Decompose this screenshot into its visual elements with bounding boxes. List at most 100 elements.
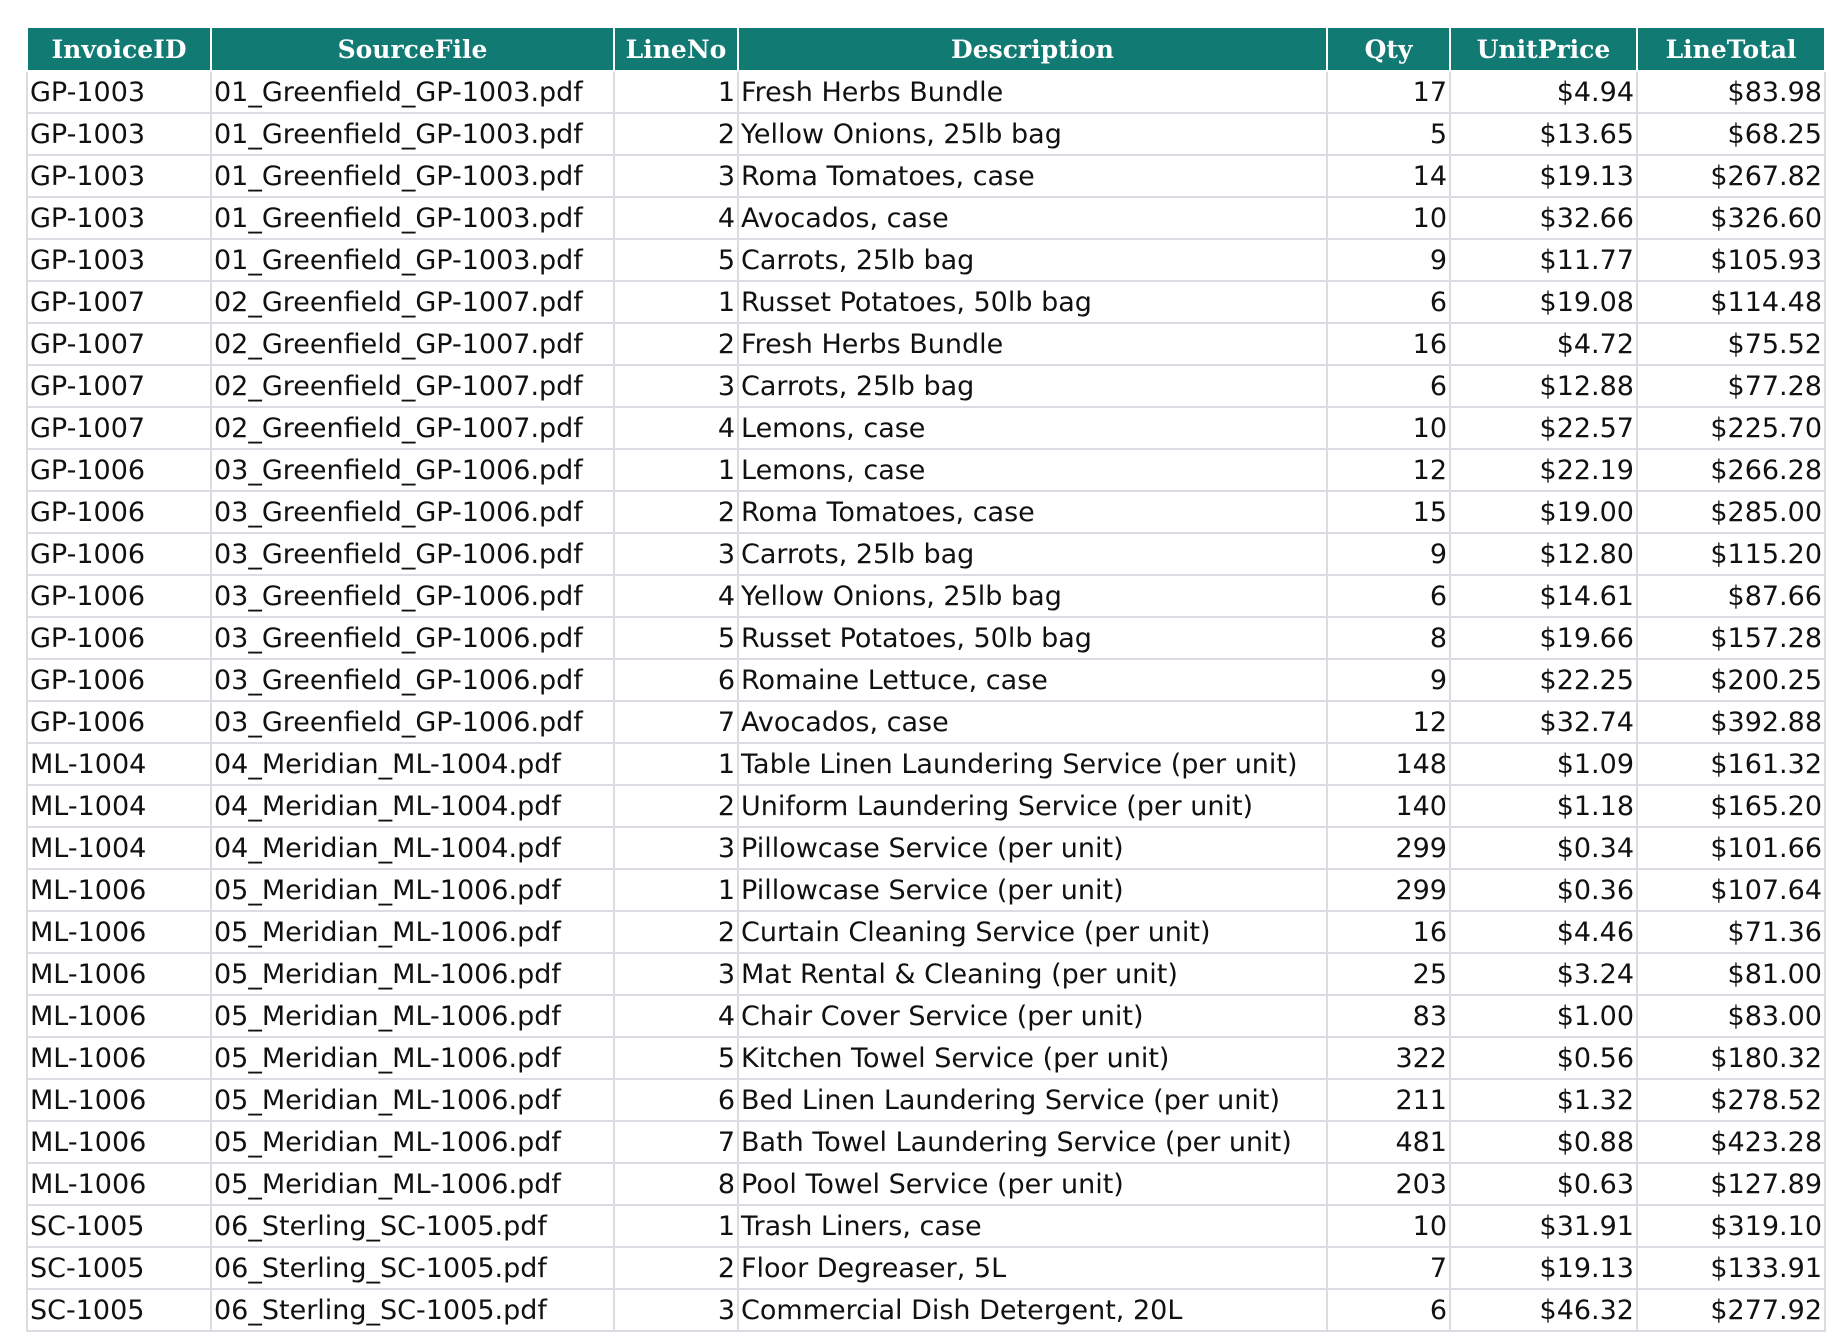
line-no-cell[interactable]: 3: [613, 1288, 739, 1332]
column-header-linetotal[interactable]: LineTotal: [1636, 26, 1826, 72]
invoice-id-cell[interactable]: GP-1006: [26, 700, 212, 744]
description-cell[interactable]: Uniform Laundering Service (per unit): [737, 784, 1328, 828]
source-file-cell[interactable]: 03_Greenfield_GP-1006.pdf: [210, 700, 615, 744]
qty-cell[interactable]: 15: [1326, 490, 1451, 534]
line-total-cell[interactable]: $105.93: [1636, 238, 1826, 282]
qty-cell[interactable]: 6: [1326, 364, 1451, 408]
source-file-cell[interactable]: 05_Meridian_ML-1006.pdf: [210, 952, 615, 996]
qty-cell[interactable]: 7: [1326, 1246, 1451, 1290]
qty-cell[interactable]: 6: [1326, 1288, 1451, 1332]
unit-price-cell[interactable]: $0.34: [1449, 826, 1638, 870]
description-cell[interactable]: Yellow Onions, 25lb bag: [737, 112, 1328, 156]
source-file-cell[interactable]: 03_Greenfield_GP-1006.pdf: [210, 616, 615, 660]
qty-cell[interactable]: 10: [1326, 196, 1451, 240]
unit-price-cell[interactable]: $22.19: [1449, 448, 1638, 492]
qty-cell[interactable]: 83: [1326, 994, 1451, 1038]
unit-price-cell[interactable]: $0.63: [1449, 1162, 1638, 1206]
qty-cell[interactable]: 481: [1326, 1120, 1451, 1164]
line-no-cell[interactable]: 1: [613, 1204, 739, 1248]
unit-price-cell[interactable]: $22.25: [1449, 658, 1638, 702]
source-file-cell[interactable]: 01_Greenfield_GP-1003.pdf: [210, 238, 615, 282]
line-total-cell[interactable]: $77.28: [1636, 364, 1826, 408]
line-no-cell[interactable]: 3: [613, 532, 739, 576]
unit-price-cell[interactable]: $19.13: [1449, 1246, 1638, 1290]
description-cell[interactable]: Pool Towel Service (per unit): [737, 1162, 1328, 1206]
source-file-cell[interactable]: 03_Greenfield_GP-1006.pdf: [210, 658, 615, 702]
invoice-id-cell[interactable]: GP-1007: [26, 364, 212, 408]
qty-cell[interactable]: 25: [1326, 952, 1451, 996]
line-no-cell[interactable]: 2: [613, 910, 739, 954]
qty-cell[interactable]: 322: [1326, 1036, 1451, 1080]
description-cell[interactable]: Pillowcase Service (per unit): [737, 868, 1328, 912]
description-cell[interactable]: Yellow Onions, 25lb bag: [737, 574, 1328, 618]
description-cell[interactable]: Trash Liners, case: [737, 1204, 1328, 1248]
column-header-description[interactable]: Description: [737, 26, 1328, 72]
qty-cell[interactable]: 6: [1326, 280, 1451, 324]
line-no-cell[interactable]: 3: [613, 826, 739, 870]
description-cell[interactable]: Kitchen Towel Service (per unit): [737, 1036, 1328, 1080]
qty-cell[interactable]: 12: [1326, 448, 1451, 492]
invoice-id-cell[interactable]: ML-1004: [26, 784, 212, 828]
qty-cell[interactable]: 12: [1326, 700, 1451, 744]
line-total-cell[interactable]: $225.70: [1636, 406, 1826, 450]
line-total-cell[interactable]: $266.28: [1636, 448, 1826, 492]
source-file-cell[interactable]: 05_Meridian_ML-1006.pdf: [210, 1078, 615, 1122]
invoice-id-cell[interactable]: GP-1007: [26, 280, 212, 324]
line-total-cell[interactable]: $87.66: [1636, 574, 1826, 618]
line-total-cell[interactable]: $161.32: [1636, 742, 1826, 786]
source-file-cell[interactable]: 03_Greenfield_GP-1006.pdf: [210, 490, 615, 534]
description-cell[interactable]: Russet Potatoes, 50lb bag: [737, 616, 1328, 660]
invoice-id-cell[interactable]: SC-1005: [26, 1204, 212, 1248]
source-file-cell[interactable]: 05_Meridian_ML-1006.pdf: [210, 868, 615, 912]
unit-price-cell[interactable]: $46.32: [1449, 1288, 1638, 1332]
invoice-id-cell[interactable]: ML-1006: [26, 1036, 212, 1080]
qty-cell[interactable]: 10: [1326, 1204, 1451, 1248]
unit-price-cell[interactable]: $32.74: [1449, 700, 1638, 744]
description-cell[interactable]: Bed Linen Laundering Service (per unit): [737, 1078, 1328, 1122]
source-file-cell[interactable]: 01_Greenfield_GP-1003.pdf: [210, 70, 615, 114]
line-total-cell[interactable]: $114.48: [1636, 280, 1826, 324]
line-no-cell[interactable]: 3: [613, 952, 739, 996]
source-file-cell[interactable]: 02_Greenfield_GP-1007.pdf: [210, 364, 615, 408]
line-no-cell[interactable]: 2: [613, 490, 739, 534]
qty-cell[interactable]: 148: [1326, 742, 1451, 786]
description-cell[interactable]: Commercial Dish Detergent, 20L: [737, 1288, 1328, 1332]
description-cell[interactable]: Carrots, 25lb bag: [737, 364, 1328, 408]
invoice-id-cell[interactable]: GP-1003: [26, 70, 212, 114]
line-total-cell[interactable]: $277.92: [1636, 1288, 1826, 1332]
invoice-id-cell[interactable]: ML-1006: [26, 1078, 212, 1122]
source-file-cell[interactable]: 06_Sterling_SC-1005.pdf: [210, 1204, 615, 1248]
line-total-cell[interactable]: $71.36: [1636, 910, 1826, 954]
line-no-cell[interactable]: 2: [613, 784, 739, 828]
line-no-cell[interactable]: 1: [613, 868, 739, 912]
description-cell[interactable]: Table Linen Laundering Service (per unit…: [737, 742, 1328, 786]
line-total-cell[interactable]: $101.66: [1636, 826, 1826, 870]
unit-price-cell[interactable]: $4.72: [1449, 322, 1638, 366]
description-cell[interactable]: Carrots, 25lb bag: [737, 238, 1328, 282]
invoice-id-cell[interactable]: GP-1006: [26, 616, 212, 660]
column-header-sourcefile[interactable]: SourceFile: [210, 26, 615, 72]
unit-price-cell[interactable]: $4.94: [1449, 70, 1638, 114]
line-no-cell[interactable]: 2: [613, 112, 739, 156]
invoice-id-cell[interactable]: GP-1003: [26, 154, 212, 198]
invoice-id-cell[interactable]: SC-1005: [26, 1246, 212, 1290]
qty-cell[interactable]: 6: [1326, 574, 1451, 618]
qty-cell[interactable]: 8: [1326, 616, 1451, 660]
unit-price-cell[interactable]: $1.18: [1449, 784, 1638, 828]
invoice-id-cell[interactable]: ML-1006: [26, 910, 212, 954]
qty-cell[interactable]: 17: [1326, 70, 1451, 114]
source-file-cell[interactable]: 05_Meridian_ML-1006.pdf: [210, 1036, 615, 1080]
description-cell[interactable]: Roma Tomatoes, case: [737, 154, 1328, 198]
line-total-cell[interactable]: $165.20: [1636, 784, 1826, 828]
source-file-cell[interactable]: 01_Greenfield_GP-1003.pdf: [210, 112, 615, 156]
line-total-cell[interactable]: $115.20: [1636, 532, 1826, 576]
unit-price-cell[interactable]: $1.09: [1449, 742, 1638, 786]
line-total-cell[interactable]: $285.00: [1636, 490, 1826, 534]
line-total-cell[interactable]: $267.82: [1636, 154, 1826, 198]
line-no-cell[interactable]: 6: [613, 1078, 739, 1122]
description-cell[interactable]: Lemons, case: [737, 406, 1328, 450]
line-total-cell[interactable]: $127.89: [1636, 1162, 1826, 1206]
line-total-cell[interactable]: $83.98: [1636, 70, 1826, 114]
line-total-cell[interactable]: $319.10: [1636, 1204, 1826, 1248]
line-no-cell[interactable]: 5: [613, 1036, 739, 1080]
